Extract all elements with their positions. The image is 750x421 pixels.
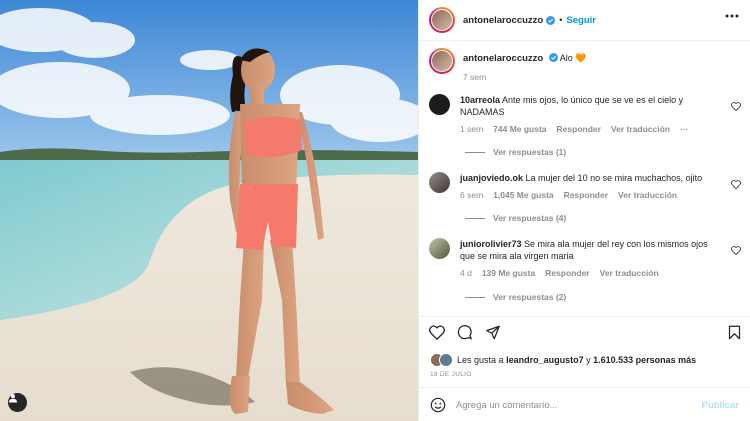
comment-text: La mujer del 10 no se mira muchachos, oj…: [525, 173, 703, 183]
add-comment-bar: Publicar: [419, 387, 750, 421]
comment-username[interactable]: juniorolivier73: [460, 239, 522, 249]
author-avatar[interactable]: [429, 7, 455, 33]
likes-count[interactable]: 1.610.533 personas más: [593, 355, 696, 365]
author-username[interactable]: antonelaroccuzzo: [463, 15, 543, 26]
comment-item: juniorolivier73 Se mira ala mujer del re…: [429, 238, 745, 279]
view-replies-button[interactable]: Ver respuestas (2): [465, 292, 566, 302]
reply-button[interactable]: Responder: [557, 123, 601, 135]
avatar-photo: [431, 50, 453, 72]
more-options-icon[interactable]: [725, 14, 739, 18]
post-header: antonelaroccuzzo • Seguir: [419, 0, 750, 41]
comment-username[interactable]: 10arreola: [460, 95, 500, 105]
replies-line: [465, 296, 485, 298]
comment-time[interactable]: 1 sem: [460, 123, 483, 135]
comment-options-button[interactable]: ···: [680, 123, 689, 135]
post-photo[interactable]: [0, 0, 418, 421]
translate-button[interactable]: Ver traducción: [611, 123, 670, 135]
tagged-users-button[interactable]: [8, 393, 27, 412]
comment-likes[interactable]: 139 Me gusta: [482, 267, 535, 279]
view-replies-button[interactable]: Ver respuestas (1): [465, 147, 566, 157]
commenter-avatar[interactable]: [429, 94, 450, 115]
verified-badge-icon: [548, 53, 558, 62]
translate-button[interactable]: Ver traducción: [618, 189, 677, 201]
likes-prefix: Les gusta a: [457, 355, 504, 365]
replies-line: [465, 217, 485, 219]
comment-bubble-icon[interactable]: [457, 325, 473, 340]
view-replies-label: Ver respuestas (2): [493, 292, 567, 302]
caption-username[interactable]: antonelaroccuzzo: [463, 53, 543, 64]
comment-username[interactable]: juanjoviedo.ok: [460, 173, 523, 183]
likes-joiner: y: [586, 355, 591, 365]
verified-badge-icon: [546, 15, 556, 25]
comment-item: juanjoviedo.ok La mujer del 10 no se mir…: [429, 172, 745, 201]
like-comment-heart-icon[interactable]: [731, 246, 741, 255]
likes-summary[interactable]: Les gusta a leandro_augusto7 y 1.610.533…: [430, 353, 696, 367]
post-date[interactable]: 18 DE JULIO: [430, 371, 472, 378]
replies-line: [465, 151, 485, 153]
comment-item: 10arreola Ante mis ojos, lo único que se…: [429, 94, 745, 135]
caption-avatar[interactable]: [429, 48, 455, 74]
comment-likes[interactable]: 744 Me gusta: [493, 123, 546, 135]
reply-button[interactable]: Responder: [564, 189, 608, 201]
publish-button[interactable]: Publicar: [702, 400, 740, 411]
separator-dot: •: [559, 15, 563, 25]
post-caption: antonelaroccuzzo Alo 🧡 7 sem: [429, 48, 739, 82]
view-replies-label: Ver respuestas (4): [493, 213, 567, 223]
save-bookmark-icon[interactable]: [728, 325, 741, 340]
avatar-photo: [431, 9, 453, 31]
reply-button[interactable]: Responder: [545, 267, 589, 279]
view-replies-label: Ver respuestas (1): [493, 147, 567, 157]
liker-username[interactable]: leandro_augusto7: [506, 355, 584, 365]
liker-avatar: [439, 353, 453, 367]
comment-time[interactable]: 6 sem: [460, 189, 483, 201]
comment-likes[interactable]: 1,045 Me gusta: [493, 189, 553, 201]
beach-photo: [0, 0, 418, 421]
caption-text: Alo 🧡: [559, 53, 587, 63]
caption-time[interactable]: 7 sem: [463, 72, 587, 82]
share-send-icon[interactable]: [485, 325, 501, 340]
post-actions: Les gusta a leandro_augusto7 y 1.610.533…: [419, 316, 750, 421]
follow-button[interactable]: Seguir: [566, 15, 596, 26]
like-comment-heart-icon[interactable]: [731, 102, 741, 111]
view-replies-button[interactable]: Ver respuestas (4): [465, 213, 566, 223]
comment-input[interactable]: [456, 399, 686, 411]
emoji-icon[interactable]: [430, 397, 446, 413]
like-comment-heart-icon[interactable]: [731, 180, 741, 189]
commenter-avatar[interactable]: [429, 238, 450, 259]
post-details-panel: antonelaroccuzzo • Seguir antonelaroccuz…: [418, 0, 750, 421]
like-heart-icon[interactable]: [429, 325, 445, 340]
translate-button[interactable]: Ver traducción: [600, 267, 659, 279]
user-icon: [9, 394, 17, 403]
comment-time[interactable]: 4 d: [460, 267, 472, 279]
commenter-avatar[interactable]: [429, 172, 450, 193]
